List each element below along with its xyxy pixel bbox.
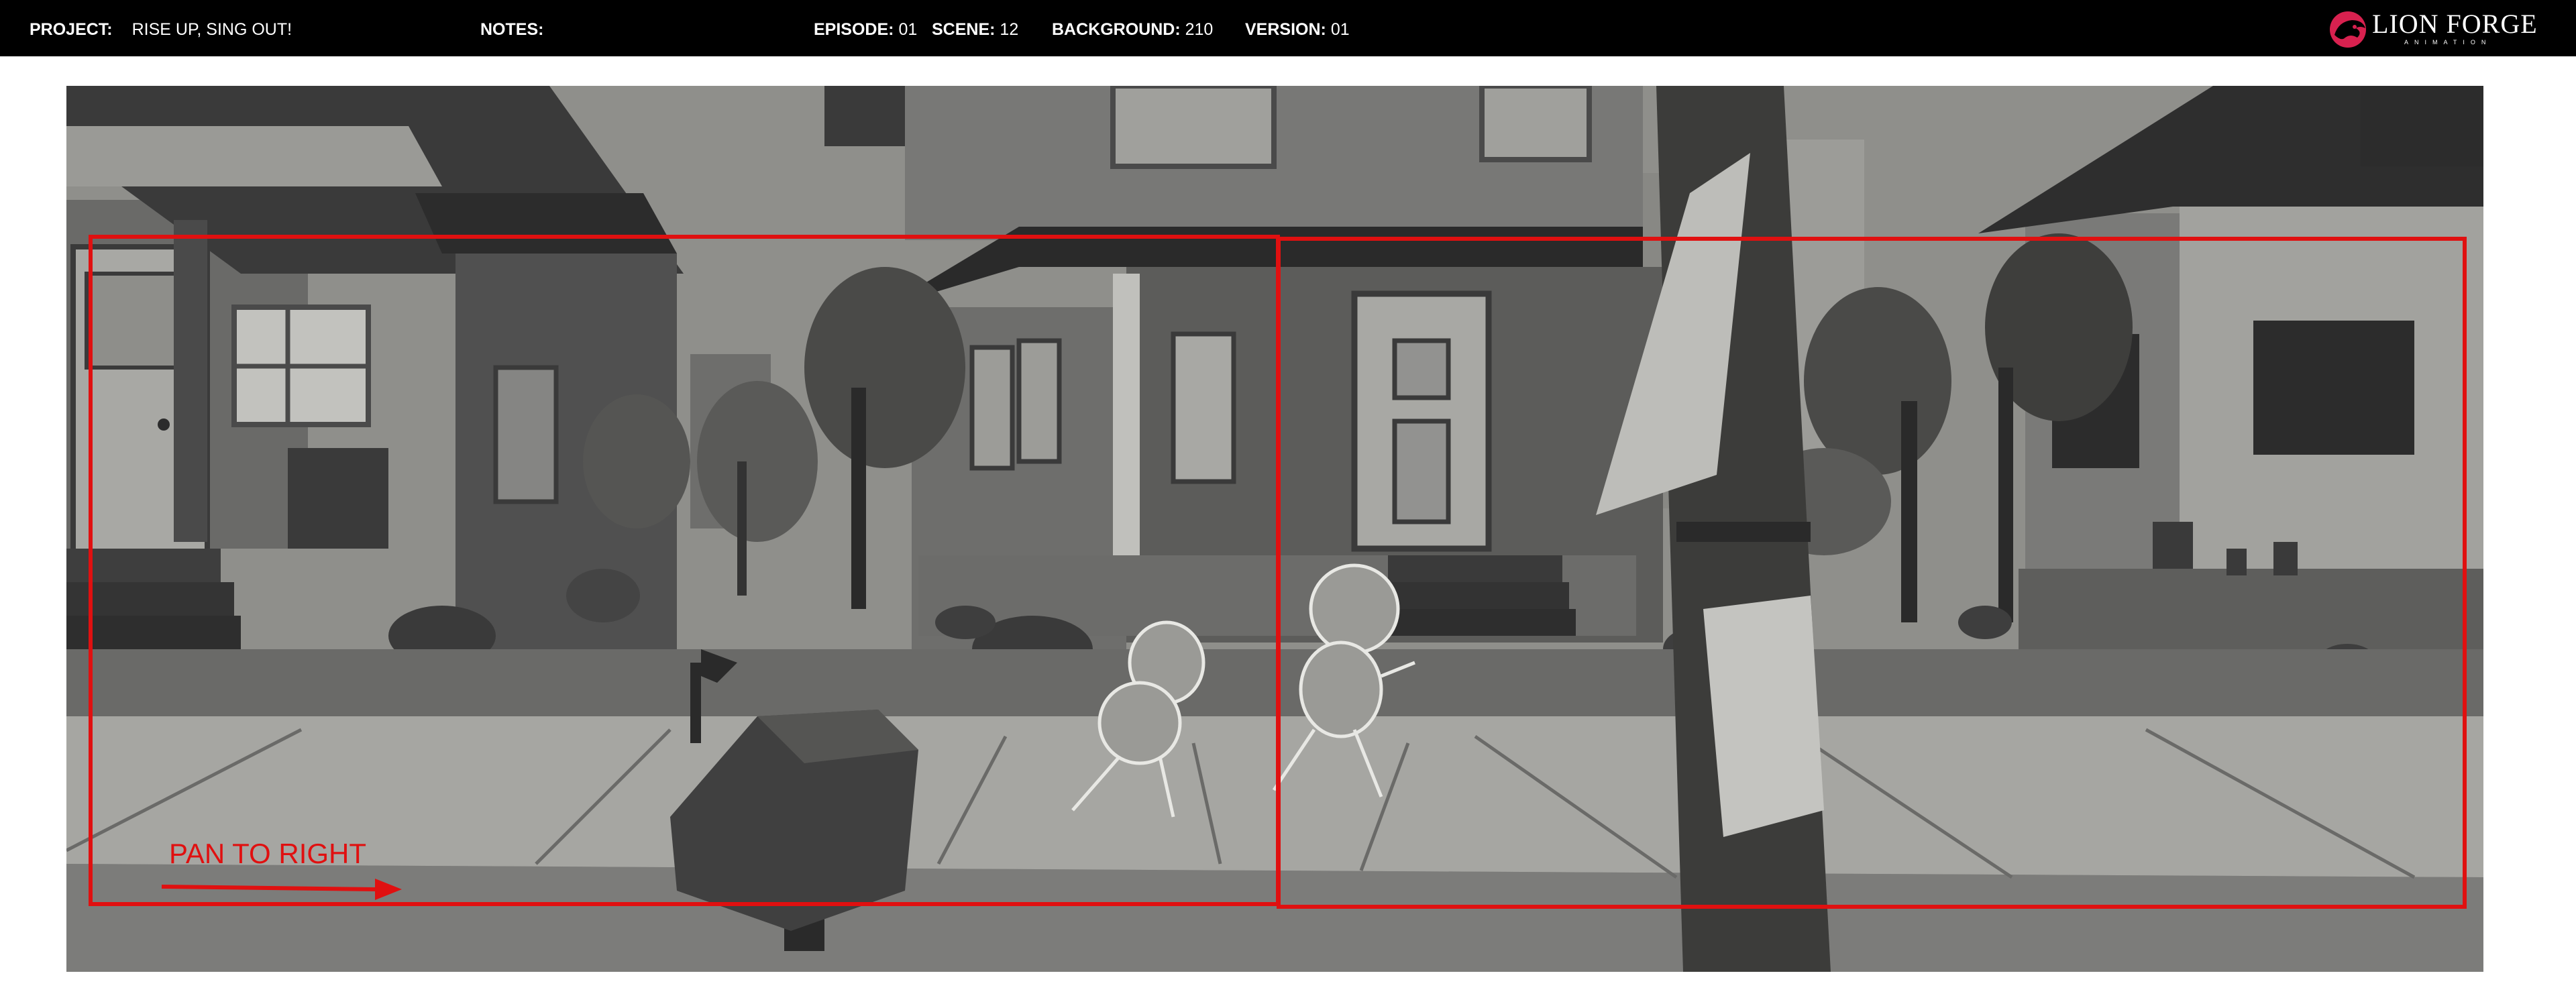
project-value: RISE UP, SING OUT! (131, 20, 292, 39)
project-field: PROJECT: RISE UP, SING OUT! (30, 20, 292, 39)
sidewalk (66, 649, 2483, 972)
lion-forge-logo: LION FORGE ANIMATION (2325, 8, 2567, 48)
episode-value: 01 (898, 20, 918, 39)
background-art-panel: PAN TO RIGHT (66, 86, 2483, 972)
episode-label: EPISODE: (814, 20, 894, 39)
street-scene-illustration (66, 86, 2483, 972)
notes-label: NOTES: (480, 20, 544, 39)
version-label: VERSION: (1245, 20, 1326, 39)
version-value: 01 (1330, 20, 1350, 39)
lion-head-icon (2330, 11, 2366, 48)
scene-field: SCENE: 12 (932, 20, 1018, 39)
episode-field: EPISODE: 01 (814, 20, 917, 39)
logo-name: LION FORGE (2372, 9, 2538, 39)
notes-field: NOTES: (480, 20, 543, 39)
top-info-bar: PROJECT: RISE UP, SING OUT! NOTES: EPISO… (0, 0, 2576, 56)
version-field: VERSION: 01 (1245, 20, 1350, 39)
scene-value: 12 (1000, 20, 1019, 39)
logo-subtitle: ANIMATION (2404, 39, 2492, 46)
scene-label: SCENE: (932, 20, 996, 39)
background-value: 210 (1185, 20, 1214, 39)
background-field: BACKGROUND: 210 (1052, 20, 1213, 39)
project-label: PROJECT: (30, 20, 113, 39)
pan-direction-note: PAN TO RIGHT (169, 838, 367, 869)
background-label: BACKGROUND: (1052, 20, 1181, 39)
